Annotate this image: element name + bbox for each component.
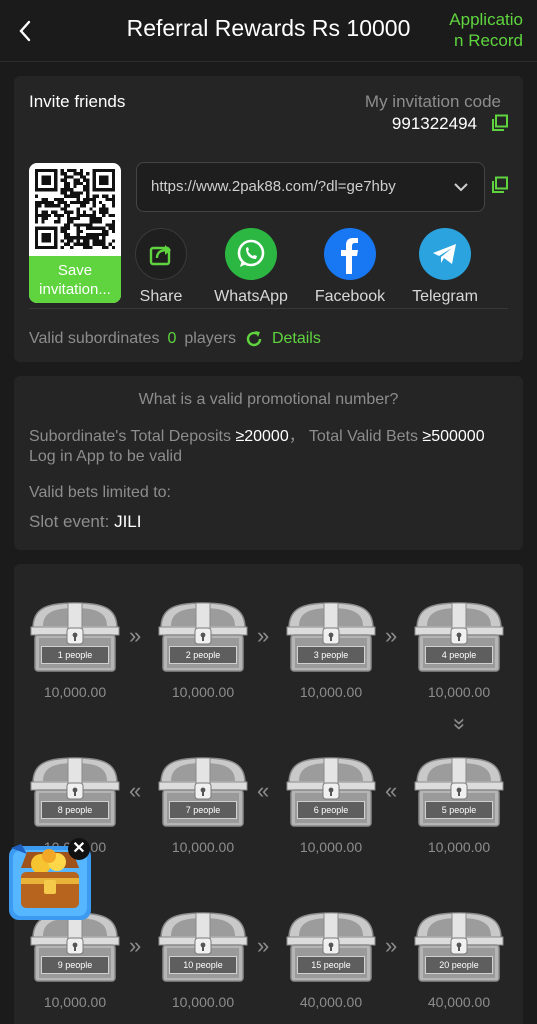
qr-code-image [35, 169, 115, 249]
facebook-button[interactable]: Facebook [310, 228, 390, 306]
reward-amount: 10,000.00 [171, 839, 235, 855]
reward-chest-label: 1 people [41, 646, 109, 664]
close-gift-button[interactable]: ✕ [68, 838, 90, 860]
copy-icon [492, 176, 508, 193]
share-label: Share [139, 288, 183, 305]
reward-chest[interactable]: 15 people [285, 910, 377, 984]
facebook-label: Facebook [314, 288, 386, 305]
copy-icon [492, 114, 508, 131]
subordinates-unit: players [184, 330, 236, 347]
divider [29, 308, 508, 309]
reward-chest[interactable]: 6 people [285, 755, 377, 829]
arrow-right-icon: » [385, 623, 398, 648]
reward-chest[interactable]: 1 people [29, 600, 121, 674]
rules-text-part3: Log in App to be valid [29, 448, 183, 465]
close-icon: ✕ [72, 840, 86, 857]
subordinates-count: 0 [167, 330, 177, 347]
rewards-card: 1 people 10,000.00 2 people 10,000.00 3 peop… [14, 564, 523, 1024]
reward-chest[interactable]: 3 people [285, 600, 377, 674]
chevron-down-icon [454, 183, 468, 192]
arrow-down-icon: » [448, 717, 474, 731]
rules-card: What is a valid promotional number? Subo… [14, 376, 523, 550]
share-icon [135, 228, 187, 280]
slot-event-value: JILI [114, 512, 142, 531]
reward-chest-label: 7 people [169, 801, 237, 819]
reward-chest-label: 9 people [41, 956, 109, 974]
reward-amount: 10,000.00 [427, 684, 491, 700]
invite-title: Invite friends [29, 92, 126, 111]
reward-chest[interactable]: 4 people [413, 600, 505, 674]
rules-text-part1: Subordinate's Total Deposits [29, 428, 236, 445]
reward-chest-label: 6 people [297, 801, 365, 819]
invitation-code-label: My invitation code [364, 92, 501, 111]
application-record-link[interactable]: Application Record [443, 9, 523, 51]
invitation-code: 991322494 [391, 114, 477, 133]
reward-amount: 40,000.00 [427, 994, 491, 1010]
reward-chest-label: 2 people [169, 646, 237, 664]
reward-chest-label: 10 people [169, 956, 237, 974]
arrow-left-icon: « [257, 778, 270, 803]
copy-link-button[interactable] [491, 176, 509, 199]
deposit-threshold: ≥20000 [235, 428, 289, 445]
save-invitation-button[interactable]: Save invitation... [29, 256, 121, 303]
reward-chest[interactable]: 10 people [157, 910, 249, 984]
reward-amount: 10,000.00 [427, 839, 491, 855]
reward-amount: 10,000.00 [299, 839, 363, 855]
telegram-icon [419, 228, 471, 280]
reward-amount: 10,000.00 [43, 994, 107, 1010]
reward-chest-label: 8 people [41, 801, 109, 819]
arrow-right-icon: » [129, 623, 142, 648]
reward-amount: 10,000.00 [43, 684, 107, 700]
rules-text-part2: ， Total Valid Bets [288, 428, 423, 445]
subordinates-label: Valid subordinates [29, 330, 160, 347]
reward-chest-label: 5 people [425, 801, 493, 819]
whatsapp-label: WhatsApp [214, 288, 288, 305]
telegram-label: Telegram [412, 288, 478, 305]
telegram-button[interactable]: Telegram [405, 228, 485, 306]
arrow-right-icon: » [385, 933, 398, 958]
reward-chest-label: 15 people [297, 956, 365, 974]
reward-chest[interactable]: 20 people [413, 910, 505, 984]
slot-event-label: Slot event: [29, 512, 115, 531]
reward-chest[interactable]: 5 people [413, 755, 505, 829]
whatsapp-button[interactable]: WhatsApp [211, 228, 291, 306]
bets-threshold: ≥500000 [422, 428, 485, 445]
rules-question: What is a valid promotional number? [138, 391, 399, 408]
rules-text: Subordinate's Total Deposits ≥20000， Tot… [29, 427, 509, 467]
arrow-right-icon: » [257, 933, 270, 958]
qr-code-card: Save invitation... [29, 163, 121, 303]
arrow-right-icon: » [129, 933, 142, 958]
whatsapp-icon [225, 228, 277, 280]
invite-card: Invite friends My invitation code 991322… [14, 76, 523, 362]
share-button[interactable]: Share [121, 228, 201, 306]
top-bar: Referral Rewards Rs 10000 Application Re… [0, 0, 537, 62]
invite-link-text: https://www.2pak88.com/?dl=ge7hby [151, 178, 396, 195]
invite-link-select[interactable]: https://www.2pak88.com/?dl=ge7hby [136, 162, 485, 212]
valid-subordinates-row: Valid subordinates 0 players Details [29, 329, 321, 349]
arrow-right-icon: » [257, 623, 270, 648]
refresh-icon[interactable] [244, 329, 264, 349]
reward-chest-label: 20 people [425, 956, 493, 974]
reward-chest[interactable]: 2 people [157, 600, 249, 674]
slot-event-line: Slot event: JILI [29, 512, 141, 532]
facebook-icon [324, 228, 376, 280]
reward-amount: 10,000.00 [171, 684, 235, 700]
reward-amount: 10,000.00 [171, 994, 235, 1010]
details-link[interactable]: Details [272, 330, 321, 348]
reward-chest-label: 3 people [297, 646, 365, 664]
reward-amount: 10,000.00 [299, 684, 363, 700]
copy-code-button[interactable] [491, 114, 509, 137]
reward-amount: 40,000.00 [299, 994, 363, 1010]
reward-chest[interactable]: 7 people [157, 755, 249, 829]
arrow-left-icon: « [129, 778, 142, 803]
arrow-left-icon: « [385, 778, 398, 803]
reward-chest[interactable]: 8 people [29, 755, 121, 829]
valid-bets-limit-label: Valid bets limited to: [29, 484, 171, 501]
reward-chest-label: 4 people [425, 646, 493, 664]
